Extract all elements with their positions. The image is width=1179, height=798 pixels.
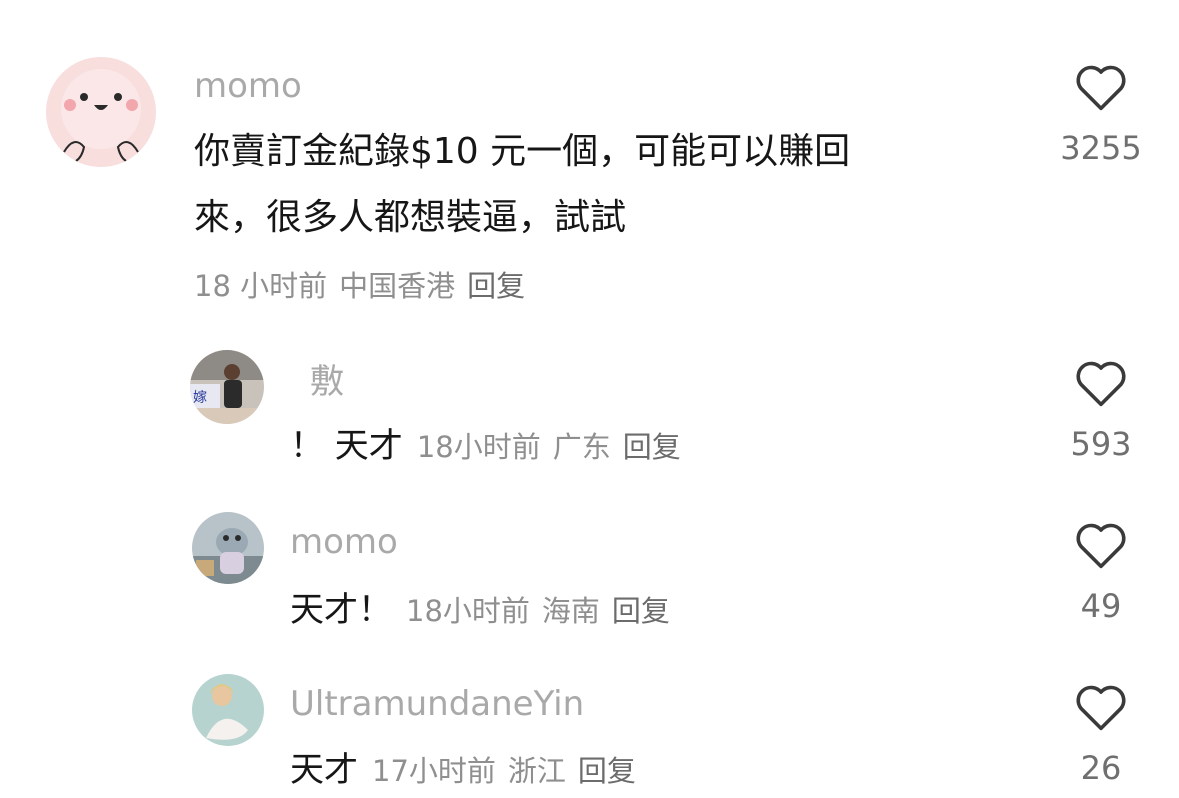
reply-line: 天才 17小时前 浙江 回复 <box>290 748 648 798</box>
reply-button[interactable]: 回复 <box>578 754 636 788</box>
heart-icon <box>1076 65 1126 111</box>
reply-username[interactable]: UltramundaneYin <box>290 684 584 724</box>
reply-username[interactable]: momo <box>290 522 398 562</box>
photo-avatar-woman-icon <box>192 674 264 746</box>
like-count: 3255 <box>1060 129 1142 167</box>
comment-location: 中国香港 <box>339 269 456 303</box>
reply-text: 天才 <box>290 750 358 790</box>
heart-icon <box>1076 685 1126 731</box>
comment-text-line-1: 你賣訂金紀錄$10 元一個，可能可以賺回 <box>194 131 851 172</box>
comment-username[interactable]: momo <box>194 66 302 106</box>
like-button[interactable]: 49 <box>1041 520 1161 626</box>
reply-button[interactable]: 回复 <box>612 594 670 628</box>
reply-text: ！ 天才 <box>290 426 403 466</box>
reply-button[interactable]: 回复 <box>467 269 525 303</box>
comment-time: 18 小时前 <box>194 269 328 303</box>
photo-avatar-person-icon: 嫁 <box>190 350 264 424</box>
comment-meta: 18 小时前 中国香港 回复 <box>194 266 537 306</box>
svg-text:嫁: 嫁 <box>193 390 207 406</box>
photo-avatar-toy-icon <box>192 512 264 584</box>
reply-time: 17小时前 <box>372 754 496 788</box>
like-button[interactable]: 3255 <box>1041 62 1161 168</box>
reply-username[interactable]: 敷 <box>310 362 344 402</box>
like-count: 26 <box>1080 749 1122 787</box>
avatar[interactable] <box>46 57 156 167</box>
reply-text: 天才！ <box>290 590 392 630</box>
heart-icon <box>1076 523 1126 569</box>
reply-location: 广东 <box>552 430 611 464</box>
avatar[interactable] <box>192 674 264 746</box>
like-count: 593 <box>1070 425 1132 463</box>
reply-line: 天才！ 18小时前 海南 回复 <box>290 588 682 638</box>
reply-line: ！ 天才 18小时前 广东 回复 <box>290 424 693 474</box>
reply-button[interactable]: 回复 <box>623 430 681 464</box>
reply-time: 18小时前 <box>416 430 541 464</box>
like-button[interactable]: 26 <box>1041 682 1161 788</box>
avatar[interactable]: 嫁 <box>190 350 264 424</box>
cute-pink-character-icon <box>46 57 156 167</box>
like-count: 49 <box>1080 587 1122 625</box>
reply-time: 18小时前 <box>406 594 530 628</box>
reply-location: 海南 <box>541 594 600 628</box>
like-button[interactable]: 593 <box>1041 358 1161 464</box>
heart-icon <box>1076 361 1126 407</box>
comment-text-line-2: 來，很多人都想裝逼，試試 <box>194 197 627 238</box>
avatar[interactable] <box>192 512 264 584</box>
reply-location: 浙江 <box>507 754 566 788</box>
